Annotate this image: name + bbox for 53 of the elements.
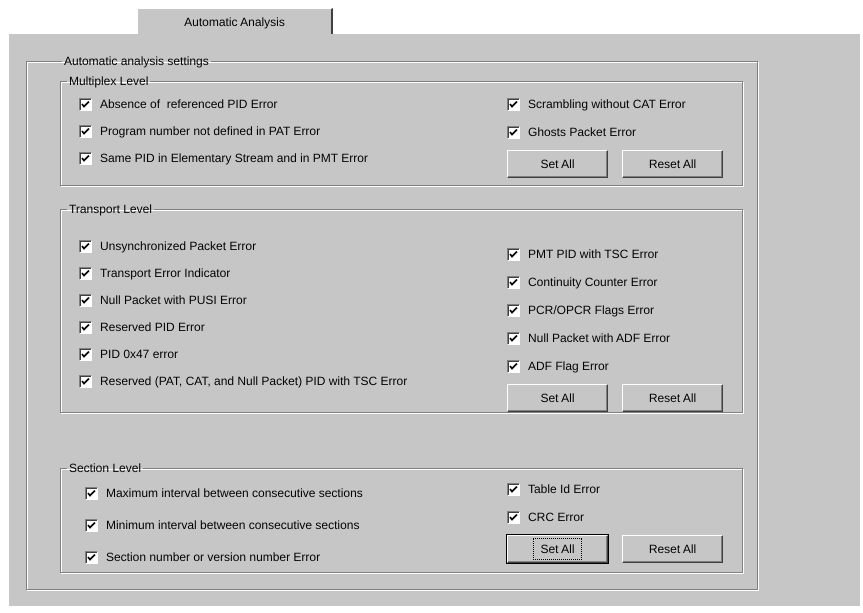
checkbox[interactable] xyxy=(85,486,98,500)
checkbox-label: Unsynchronized Packet Error xyxy=(100,238,256,255)
checkbox[interactable] xyxy=(507,98,520,110)
checkbox-label: PID 0x47 error xyxy=(100,346,178,363)
checkbox[interactable] xyxy=(507,248,520,260)
checkbox[interactable] xyxy=(79,294,92,306)
checkbox-label: PCR/OPCR Flags Error xyxy=(528,302,654,319)
button[interactable]: Reset All xyxy=(622,150,723,178)
checkbox-label: Scrambling without CAT Error xyxy=(528,96,686,113)
button[interactable]: Reset All xyxy=(622,535,723,563)
checkbox[interactable] xyxy=(507,276,520,288)
checkbox-label: Null Packet with ADF Error xyxy=(528,330,670,347)
checkbox[interactable] xyxy=(507,360,520,372)
checkbox[interactable] xyxy=(507,126,520,138)
checkbox[interactable] xyxy=(507,304,520,316)
checkbox-label: PMT PID with TSC Error xyxy=(528,246,658,263)
checkbox-label: Continuity Counter Error xyxy=(528,274,658,291)
checkbox-label: Reserved PID Error xyxy=(100,319,205,336)
checkbox[interactable] xyxy=(85,550,98,564)
group-title: Transport Level xyxy=(68,201,153,218)
checkbox-label: Ghosts Packet Error xyxy=(528,124,636,141)
checkbox-label: CRC Error xyxy=(528,509,584,526)
checkbox-label: Maximum interval between consecutive sections xyxy=(106,485,363,502)
checkbox[interactable] xyxy=(79,124,92,138)
checkbox-label: Minimum interval between consecutive sections xyxy=(106,517,360,534)
group-title: Multiplex Level xyxy=(68,73,150,90)
checkbox[interactable] xyxy=(507,482,520,496)
checkbox-label: Transport Error Indicator xyxy=(100,265,230,282)
checkbox[interactable] xyxy=(507,332,520,344)
checkbox-label: Null Packet with PUSI Error xyxy=(100,292,247,309)
checkbox-label: Same PID in Elementary Stream and in PMT Error xyxy=(100,150,368,167)
checkbox-label: ADF Flag Error xyxy=(528,358,609,375)
checkbox[interactable] xyxy=(79,152,92,164)
checkbox[interactable] xyxy=(79,348,92,360)
button[interactable]: Set All xyxy=(507,535,608,563)
group-title: Section Level xyxy=(68,460,142,477)
button[interactable]: Set All xyxy=(507,384,608,412)
checkbox[interactable] xyxy=(79,374,92,388)
tab[interactable]: Automatic Analysis xyxy=(137,8,333,34)
checkbox[interactable] xyxy=(79,98,92,110)
checkbox-label: Absence of referenced PID Error xyxy=(100,96,278,113)
checkbox[interactable] xyxy=(79,320,92,334)
checkbox[interactable] xyxy=(79,266,92,280)
checkbox-label: Program number not defined in PAT Error xyxy=(100,123,320,140)
checkbox-label: Table Id Error xyxy=(528,481,600,498)
button[interactable]: Reset All xyxy=(622,384,723,412)
checkbox[interactable] xyxy=(85,518,98,532)
frame-title: Automatic analysis settings xyxy=(63,53,210,70)
checkbox[interactable] xyxy=(507,510,520,524)
checkbox-label: Section number or version number Error xyxy=(106,549,320,566)
button[interactable]: Set All xyxy=(507,150,608,178)
checkbox-label: Reserved (PAT, CAT, and Null Packet) PID with TSC Error xyxy=(100,373,408,390)
checkbox[interactable] xyxy=(79,240,92,252)
